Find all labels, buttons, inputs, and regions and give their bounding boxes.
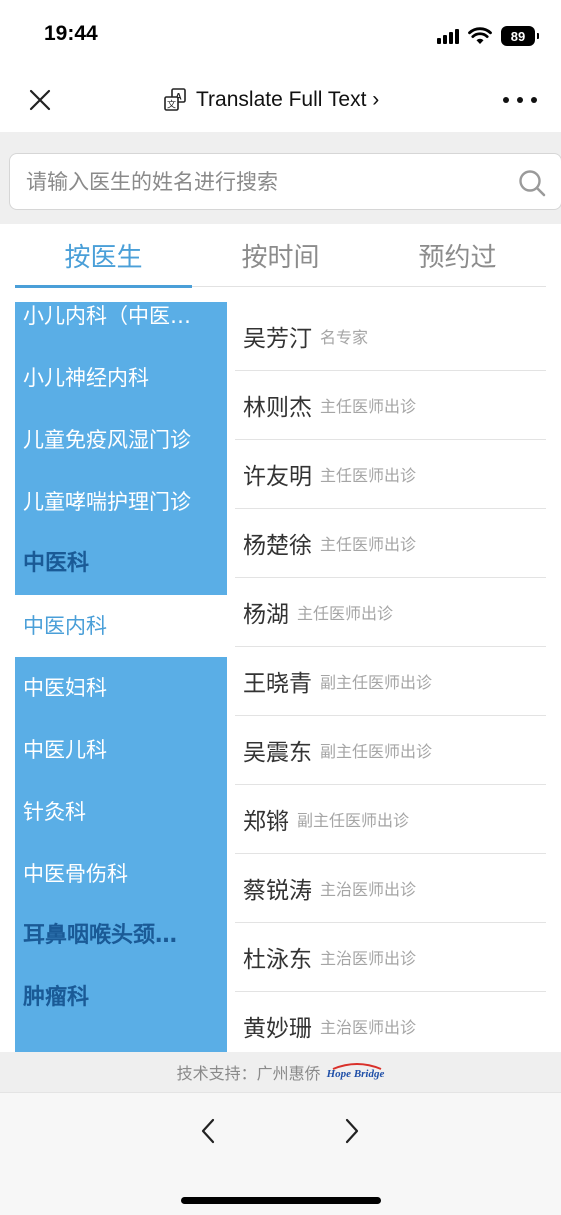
chevron-right-icon	[345, 1118, 359, 1144]
dept-item-selected[interactable]: 中医内科	[15, 595, 227, 657]
dept-category[interactable]: 中医科	[15, 533, 227, 595]
search-bar	[9, 153, 561, 210]
doctor-row[interactable]: 杜泳东 主治医师出诊	[235, 923, 546, 992]
doctor-row[interactable]: 郑锵 副主任医师出诊	[235, 785, 546, 854]
search-icon[interactable]	[517, 168, 547, 198]
doctor-row[interactable]: 杨楚徐 主任医师出诊	[235, 509, 546, 578]
doctor-row[interactable]: 林则杰 主任医师出诊	[235, 371, 546, 440]
browser-nav-bar: A 文 Translate Full Text ›	[0, 68, 561, 132]
doctor-search-input[interactable]	[26, 162, 506, 202]
logo-arc-icon	[332, 1063, 382, 1070]
doctor-title: 主治医师出诊	[320, 949, 417, 968]
doctor-title: 主任医师出诊	[320, 535, 417, 554]
doctor-row[interactable]: 吴震东 副主任医师出诊	[235, 716, 546, 785]
dept-category[interactable]: 肿瘤科	[15, 967, 227, 1029]
doctor-panel: 按医生 按时间 预约过 小儿内科（中医… 小儿神经内科 儿童免疫风湿门诊 儿童哮…	[0, 224, 561, 1052]
tab-by-time[interactable]: 按时间	[192, 224, 369, 287]
translate-icon: A 文	[164, 88, 186, 111]
doctor-row[interactable]: 蔡锐涛 主治医师出诊	[235, 854, 546, 923]
dept-item[interactable]: 针灸科	[15, 781, 227, 843]
dept-item[interactable]: 小儿内科（中医…	[15, 302, 227, 347]
tab-bar: 按医生 按时间 预约过	[15, 224, 546, 288]
battery-icon: 89	[501, 26, 539, 46]
dept-item[interactable]: 中医妇科	[15, 657, 227, 719]
tech-support-text: 技术支持：广州惠侨	[176, 1064, 321, 1083]
status-icons: 89	[437, 24, 539, 48]
doctor-row[interactable]: 许友明 主任医师出诊	[235, 440, 546, 509]
forward-button[interactable]	[336, 1115, 368, 1147]
doctor-row[interactable]: 王晓青 副主任医师出诊	[235, 647, 546, 716]
dept-item[interactable]: 儿童免疫风湿门诊	[15, 409, 227, 471]
doctor-row[interactable]: 吴芳汀 名专家	[235, 302, 546, 371]
tech-support-footer: 技术支持：广州惠侨 Hope Bridge	[0, 1052, 561, 1092]
dept-item[interactable]: 小儿神经内科	[15, 347, 227, 409]
doctor-title: 主治医师出诊	[320, 880, 417, 899]
dept-item[interactable]: 中医骨伤科	[15, 843, 227, 905]
department-list[interactable]: 小儿内科（中医… 小儿神经内科 儿童免疫风湿门诊 儿童哮喘护理门诊 中医科 中医…	[15, 302, 227, 1052]
wifi-icon	[468, 27, 492, 44]
status-bar: 19:44 89	[0, 0, 561, 68]
browser-bottom-bar	[0, 1092, 561, 1215]
chevron-left-icon	[201, 1118, 215, 1144]
doctor-list[interactable]: 吴芳汀 名专家 林则杰 主任医师出诊 许友明 主任医师出诊 杨楚徐 主任医师出诊 杨湖主…	[235, 302, 546, 1052]
doctor-name: 林则杰	[243, 395, 312, 421]
status-time: 19:44	[44, 22, 98, 45]
close-button[interactable]	[22, 82, 58, 118]
doctor-name: 杜泳东	[243, 947, 312, 973]
dept-item[interactable]: 儿童哮喘护理门诊	[15, 471, 227, 533]
page-content: 按医生 按时间 预约过 小儿内科（中医… 小儿神经内科 儿童免疫风湿门诊 儿童哮…	[0, 132, 561, 1092]
doctor-name: 吴芳汀	[243, 326, 312, 352]
doctor-title: 主任医师出诊	[320, 397, 417, 416]
more-dot-icon	[517, 97, 523, 103]
doctor-title: 副主任医师出诊	[320, 673, 433, 692]
hopebridge-logo: Hope Bridge	[327, 1062, 384, 1082]
doctor-title: 副主任医师出诊	[320, 742, 433, 761]
doctor-name: 蔡锐涛	[243, 878, 312, 904]
doctor-title: 主任医师出诊	[297, 604, 394, 623]
doctor-title: 主治医师出诊	[320, 1018, 417, 1037]
tab-booked[interactable]: 预约过	[369, 224, 546, 287]
doctor-name: 杨湖	[243, 602, 289, 628]
more-dot-icon	[503, 97, 509, 103]
more-dot-icon	[531, 97, 537, 103]
translate-full-text-button[interactable]: A 文 Translate Full Text ›	[162, 84, 379, 116]
doctor-row[interactable]: 黄妙珊 主治医师出诊	[235, 992, 546, 1052]
doctor-name: 吴震东	[243, 740, 312, 766]
dept-category[interactable]: 耳鼻咽喉头颈…	[15, 905, 227, 967]
cellular-signal-icon	[437, 28, 459, 44]
tab-by-doctor[interactable]: 按医生	[15, 224, 192, 288]
doctor-title: 副主任医师出诊	[297, 811, 410, 830]
doctor-row[interactable]: 杨湖 主任医师出诊	[235, 578, 546, 647]
department-scroll: 小儿内科（中医… 小儿神经内科 儿童免疫风湿门诊 儿童哮喘护理门诊 中医科 中医…	[15, 302, 227, 1029]
translate-label: Translate Full Text ›	[196, 88, 380, 111]
dept-item[interactable]: 中医儿科	[15, 719, 227, 781]
doctor-name: 王晓青	[243, 671, 312, 697]
home-indicator	[181, 1197, 381, 1204]
more-options-button[interactable]	[503, 88, 537, 112]
doctor-name: 许友明	[243, 464, 312, 490]
close-icon	[29, 89, 51, 111]
doctor-name: 黄妙珊	[243, 1016, 312, 1042]
doctor-title: 主任医师出诊	[320, 466, 417, 485]
doctor-name: 郑锵	[243, 809, 289, 835]
doctor-name: 杨楚徐	[243, 533, 312, 559]
back-button[interactable]	[192, 1115, 224, 1147]
svg-text:文: 文	[167, 99, 176, 111]
doctor-title: 名专家	[320, 328, 369, 347]
